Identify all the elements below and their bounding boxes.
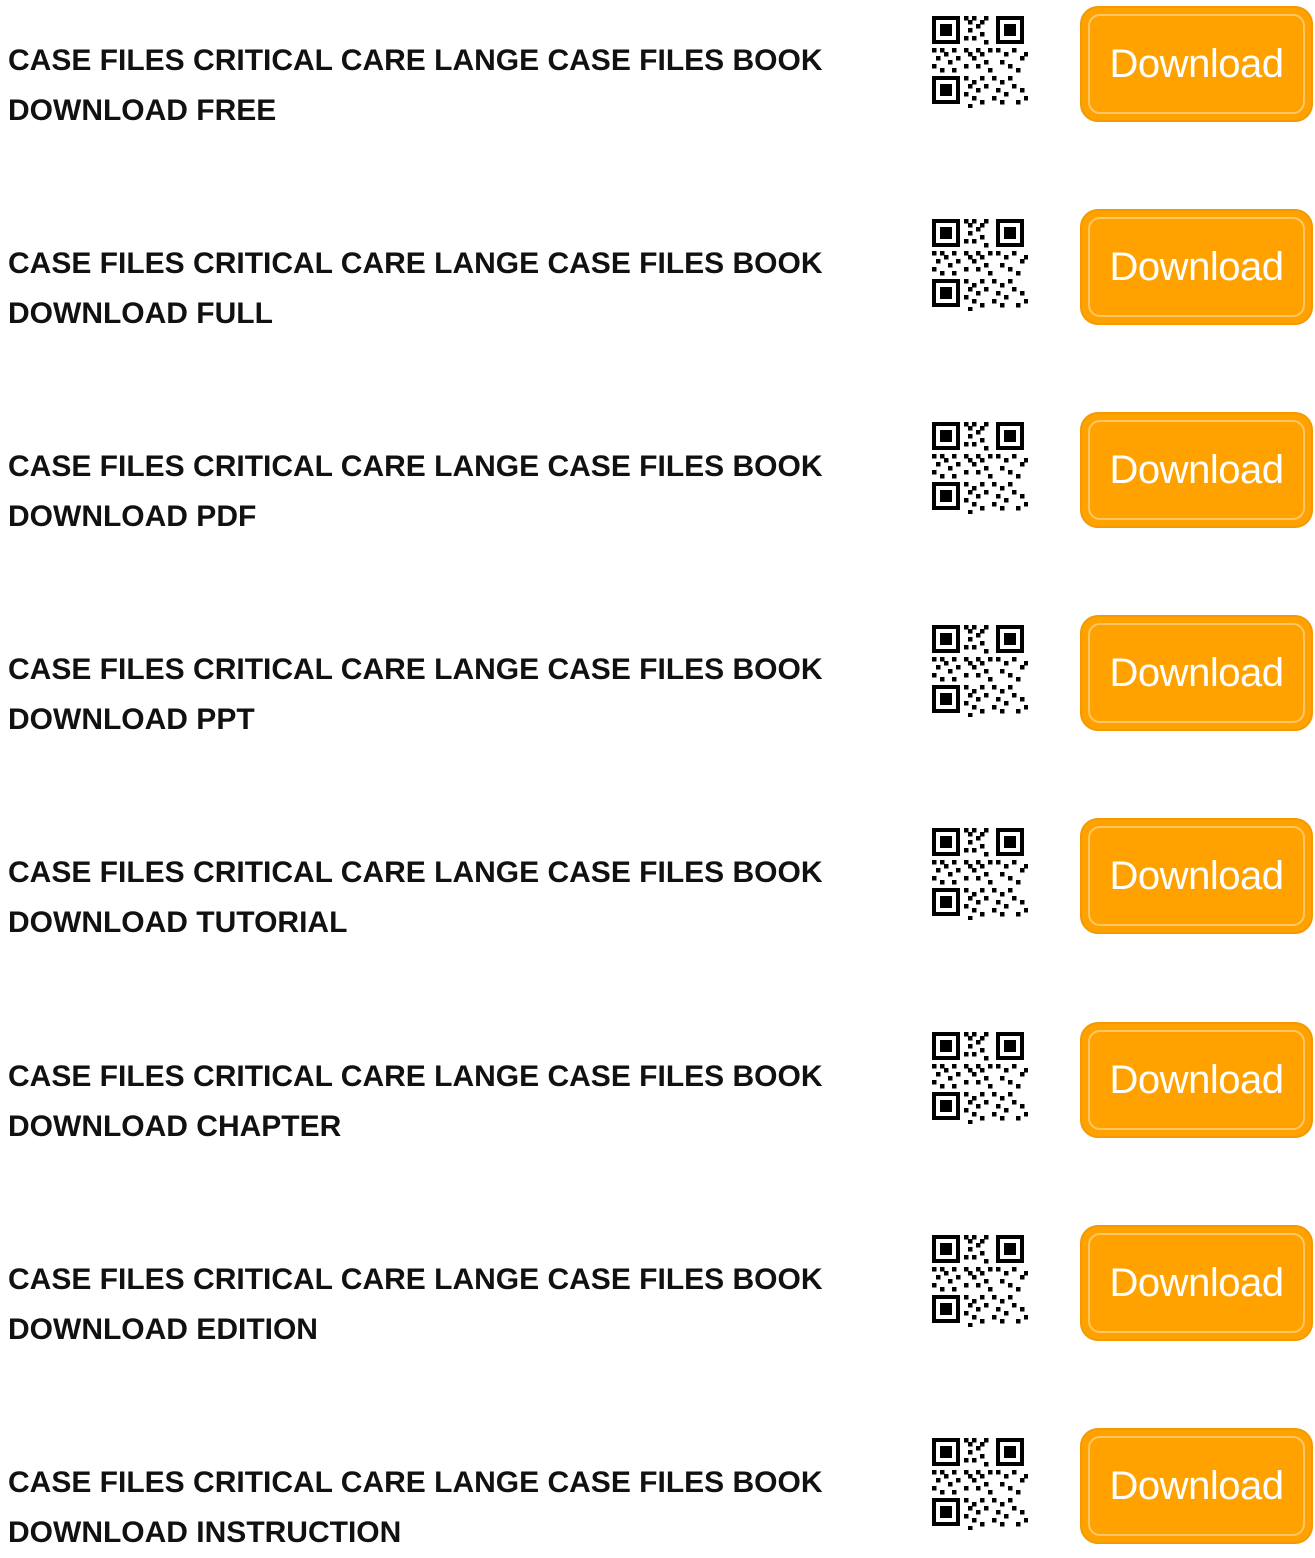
book-title-line2: DOWNLOAD INSTRUCTION bbox=[8, 1516, 402, 1549]
book-title-line1: CASE FILES CRITICAL CARE LANGE CASE FILE… bbox=[8, 653, 823, 686]
qr-code-icon bbox=[932, 828, 1028, 920]
download-button-label: Download bbox=[1088, 826, 1305, 926]
book-title-line1: CASE FILES CRITICAL CARE LANGE CASE FILE… bbox=[8, 1466, 823, 1499]
book-title-line2: DOWNLOAD CHAPTER bbox=[8, 1110, 342, 1143]
book-title: CASE FILES CRITICAL CARE LANGE CASE FILE… bbox=[8, 36, 888, 136]
book-title-line2: DOWNLOAD PPT bbox=[8, 703, 255, 736]
download-button-label: Download bbox=[1088, 14, 1305, 114]
download-row: CASE FILES CRITICAL CARE LANGE CASE FILE… bbox=[0, 1422, 1315, 1549]
download-button-label: Download bbox=[1088, 1233, 1305, 1333]
book-title: CASE FILES CRITICAL CARE LANGE CASE FILE… bbox=[8, 1255, 888, 1355]
download-button[interactable]: Download bbox=[1080, 818, 1313, 934]
download-row: CASE FILES CRITICAL CARE LANGE CASE FILE… bbox=[0, 1219, 1315, 1346]
book-title: CASE FILES CRITICAL CARE LANGE CASE FILE… bbox=[8, 645, 888, 745]
book-title-line1: CASE FILES CRITICAL CARE LANGE CASE FILE… bbox=[8, 44, 823, 77]
book-title-line1: CASE FILES CRITICAL CARE LANGE CASE FILE… bbox=[8, 1060, 823, 1093]
book-title-line2: DOWNLOAD EDITION bbox=[8, 1313, 318, 1346]
book-title: CASE FILES CRITICAL CARE LANGE CASE FILE… bbox=[8, 1052, 888, 1152]
book-title: CASE FILES CRITICAL CARE LANGE CASE FILE… bbox=[8, 442, 888, 542]
book-title-line2: DOWNLOAD TUTORIAL bbox=[8, 906, 348, 939]
download-row: CASE FILES CRITICAL CARE LANGE CASE FILE… bbox=[0, 812, 1315, 939]
download-row: CASE FILES CRITICAL CARE LANGE CASE FILE… bbox=[0, 203, 1315, 330]
book-title: CASE FILES CRITICAL CARE LANGE CASE FILE… bbox=[8, 239, 888, 339]
download-row: CASE FILES CRITICAL CARE LANGE CASE FILE… bbox=[0, 609, 1315, 736]
download-button[interactable]: Download bbox=[1080, 1428, 1313, 1544]
download-button-label: Download bbox=[1088, 623, 1305, 723]
download-row: CASE FILES CRITICAL CARE LANGE CASE FILE… bbox=[0, 406, 1315, 533]
qr-code-icon bbox=[932, 1235, 1028, 1327]
book-title-line1: CASE FILES CRITICAL CARE LANGE CASE FILE… bbox=[8, 450, 823, 483]
download-button-label: Download bbox=[1088, 1436, 1305, 1536]
download-button-label: Download bbox=[1088, 1030, 1305, 1130]
download-button-label: Download bbox=[1088, 420, 1305, 520]
qr-code-icon bbox=[932, 1438, 1028, 1530]
book-title-line1: CASE FILES CRITICAL CARE LANGE CASE FILE… bbox=[8, 1263, 823, 1296]
download-button[interactable]: Download bbox=[1080, 615, 1313, 731]
download-button[interactable]: Download bbox=[1080, 6, 1313, 122]
book-title-line2: DOWNLOAD PDF bbox=[8, 500, 257, 533]
book-title-line1: CASE FILES CRITICAL CARE LANGE CASE FILE… bbox=[8, 247, 823, 280]
qr-code-icon bbox=[932, 1032, 1028, 1124]
qr-code-icon bbox=[932, 625, 1028, 717]
book-title: CASE FILES CRITICAL CARE LANGE CASE FILE… bbox=[8, 848, 888, 948]
qr-code-icon bbox=[932, 422, 1028, 514]
qr-code-icon bbox=[932, 16, 1028, 108]
book-title: CASE FILES CRITICAL CARE LANGE CASE FILE… bbox=[8, 1458, 888, 1558]
qr-code-icon bbox=[932, 219, 1028, 311]
download-button[interactable]: Download bbox=[1080, 1225, 1313, 1341]
download-button[interactable]: Download bbox=[1080, 209, 1313, 325]
download-button[interactable]: Download bbox=[1080, 1022, 1313, 1138]
book-title-line1: CASE FILES CRITICAL CARE LANGE CASE FILE… bbox=[8, 856, 823, 889]
download-button[interactable]: Download bbox=[1080, 412, 1313, 528]
book-title-line2: DOWNLOAD FREE bbox=[8, 94, 277, 127]
download-button-label: Download bbox=[1088, 217, 1305, 317]
book-title-line2: DOWNLOAD FULL bbox=[8, 297, 273, 330]
download-row: CASE FILES CRITICAL CARE LANGE CASE FILE… bbox=[0, 1016, 1315, 1143]
download-row: CASE FILES CRITICAL CARE LANGE CASE FILE… bbox=[0, 0, 1315, 127]
